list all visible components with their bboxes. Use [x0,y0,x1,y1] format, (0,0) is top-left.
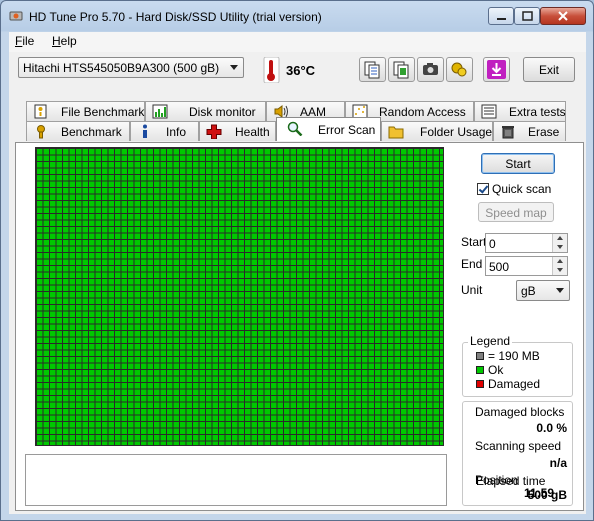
tab-label: Random Access [379,105,466,119]
tab-error-scan[interactable]: Error Scan [276,117,381,141]
scanning-speed-label: Scanning speed [475,439,562,453]
chevron-down-icon [230,65,238,70]
tab-label: File Benchmark [61,105,145,119]
start-input-value: 0 [489,237,496,251]
scan-block-map [35,147,444,446]
scanning-speed-value: n/a [549,456,567,470]
minimize-button[interactable] [488,7,514,25]
tab-extra-tests[interactable]: Extra tests [474,101,566,121]
chevron-down-icon [556,288,564,293]
end-label: End [461,257,483,271]
screenshot-button[interactable] [417,57,444,82]
legend-title: Legend [468,334,513,348]
menu-help[interactable]: Help [52,34,77,48]
legend-block-swatch [476,352,484,360]
tab-label: Benchmark [61,125,122,139]
legend-ok-swatch [476,366,484,374]
window-title: HD Tune Pro 5.70 - Hard Disk/SSD Utility… [29,10,322,24]
tab-benchmark[interactable]: Benchmark [26,121,130,141]
start-button[interactable]: Start [481,153,555,174]
client-area: File Help Hitachi HTS545050B9A300 (500 g… [9,32,586,514]
tab-health[interactable]: Health [199,121,276,141]
magnifier-icon [287,121,303,136]
tab-label: Erase [528,125,560,139]
copy-text-icon [364,61,380,79]
save-download-button[interactable] [483,57,510,82]
end-input-value: 500 [489,260,510,274]
tab-label: Folder Usage [420,125,493,139]
error-scan-panel: Start Quick scan Speed map Start 0 End 5… [15,142,584,511]
unit-select[interactable]: gB [516,280,570,301]
tab-disk-monitor[interactable]: Disk monitor [145,101,266,121]
options-icon [451,62,467,77]
copy-screenshot-button[interactable] [388,57,415,82]
temperature-readout: 36°C [286,63,316,78]
tab-erase[interactable]: Erase [493,121,566,141]
minimize-icon [497,18,506,20]
health-cross-icon [206,124,222,139]
unit-label: Unit [461,283,483,297]
menu-bar: File Help [9,32,586,52]
trash-icon [502,126,514,139]
tab-label: Extra tests [509,105,566,119]
tab-label: Info [166,125,187,139]
download-icon [487,60,506,79]
file-benchmark-icon [34,104,47,119]
app-icon [9,11,23,21]
app-window: HD Tune Pro 5.70 - Hard Disk/SSD Utility… [0,0,594,521]
tab-label: Error Scan [318,123,376,137]
damaged-blocks-value: 0.0 % [536,421,567,435]
elapsed-time-value: 11:59 [524,486,555,500]
unit-select-value: gB [521,284,536,298]
spin-up-icon[interactable] [552,234,567,243]
close-icon [558,11,568,21]
exit-button[interactable]: Exit [523,57,575,82]
legend-block-size: = 190 MB [488,349,540,363]
tab-file-benchmark[interactable]: File Benchmark [26,101,145,121]
options-button[interactable] [446,57,473,82]
legend-ok-label: Ok [488,363,504,377]
legend-damaged-label: Damaged [488,377,541,391]
info-icon [143,124,147,138]
menu-file[interactable]: File [15,34,34,48]
spin-down-icon[interactable] [552,266,567,275]
tab-label: Health [235,125,270,139]
quick-scan-label[interactable]: Quick scan [492,182,551,196]
start-input[interactable]: 0 [485,233,568,253]
drive-select[interactable]: Hitachi HTS545050B9A300 (500 gB) [18,57,244,78]
folder-icon [388,126,404,139]
extra-tests-icon [481,104,497,119]
speed-map-button[interactable]: Speed map [478,202,554,222]
tab-label: Disk monitor [189,105,256,119]
drive-select-value: Hitachi HTS545050B9A300 (500 gB) [23,61,220,75]
maximize-button[interactable] [514,7,540,25]
benchmark-icon [37,125,45,139]
copy-screenshot-icon [393,61,409,79]
spin-up-icon[interactable] [552,257,567,266]
tab-folder-usage[interactable]: Folder Usage [381,121,493,141]
start-label: Start [461,235,487,249]
damaged-blocks-label: Damaged blocks [475,405,565,419]
copy-text-button[interactable] [359,57,386,82]
tab-info[interactable]: Info [130,121,199,141]
scan-log-box [25,454,447,506]
thermometer-icon [263,57,280,83]
legend-damaged-swatch [476,380,484,388]
close-button[interactable] [540,7,586,25]
maximize-icon [522,11,533,21]
camera-icon [423,63,438,75]
end-input[interactable]: 500 [485,256,568,276]
title-bar[interactable]: HD Tune Pro 5.70 - Hard Disk/SSD Utility… [1,1,593,31]
quick-scan-checkbox[interactable] [477,183,489,195]
spin-down-icon[interactable] [552,243,567,252]
disk-monitor-icon [152,104,168,119]
